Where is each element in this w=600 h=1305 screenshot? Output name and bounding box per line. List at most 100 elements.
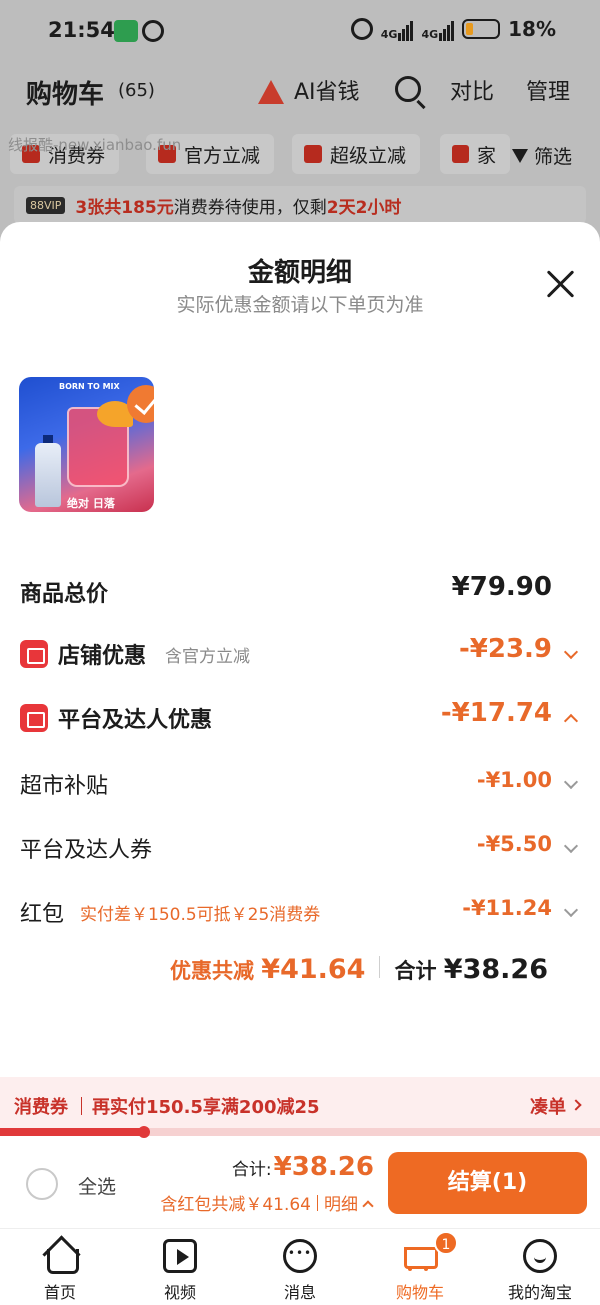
sheet-subtitle: 实际优惠金额请以下单页为准: [176, 294, 424, 316]
row-amount: -¥11.24: [462, 896, 552, 920]
row-amount: -¥17.74: [440, 698, 552, 728]
smile-icon: [523, 1239, 557, 1273]
watermark: 线报酷-new.xianbao.fun: [8, 136, 182, 154]
bottom-tab-bar: 首页 视频 消息 1 购物车 我的淘宝: [0, 1228, 600, 1305]
home-icon: [43, 1239, 79, 1274]
filter-label: 筛选: [533, 146, 572, 168]
row-amount: ¥79.90: [451, 572, 552, 602]
coupon-icon: [452, 145, 469, 163]
cart-badge: 1: [434, 1231, 458, 1255]
signal-icon: 4G: [381, 17, 414, 41]
discount-text: 含红包共减￥41.64: [160, 1195, 311, 1215]
tab-label: 视频: [163, 1283, 196, 1302]
progress-fill: [0, 1128, 144, 1136]
row-total-price: 商品总价 ¥79.90: [0, 570, 600, 614]
select-all-checkbox[interactable]: [26, 1168, 58, 1200]
checkout-discount[interactable]: 含红包共减￥41.64 明细: [160, 1190, 374, 1215]
row-label: 平台及达人券: [20, 838, 153, 863]
play-icon: [163, 1239, 197, 1273]
progress-knob: [138, 1126, 150, 1138]
row-label: 商品总价: [20, 582, 109, 607]
manage-button[interactable]: 管理: [526, 74, 570, 106]
alarm-icon: [350, 18, 373, 40]
select-all-label[interactable]: 全选: [78, 1172, 116, 1199]
row-label: 平台及达人优惠: [58, 708, 213, 733]
checkout-button[interactable]: 结算(1): [388, 1152, 587, 1214]
row-note: 含官方立减: [165, 647, 250, 667]
product-thumbnail[interactable]: BORN TO MIX 绝对 日落: [19, 377, 154, 512]
signal-icon: 4G: [421, 17, 455, 41]
row-red-packet[interactable]: 红包 实付差￥150.5可抵￥25消费券 -¥11.24: [0, 890, 600, 934]
coupon-progress-bar: [0, 1128, 600, 1136]
row-platform-discount[interactable]: 平台及达人优惠 -¥17.74: [0, 696, 600, 740]
coupon-label: 消费券: [14, 1097, 68, 1118]
vip-text: 3张共185元消费券待使用，仅剩2天2小时: [75, 197, 402, 218]
row-note: 实付差￥150.5可抵￥25消费券: [80, 905, 321, 925]
row-label: 超市补贴: [20, 774, 109, 799]
ai-save-label: AI省钱: [294, 80, 360, 105]
battery-icon: [462, 19, 501, 39]
battery-percent: 18%: [508, 17, 556, 41]
row-platform-coupon[interactable]: 平台及达人券 -¥5.50: [0, 826, 600, 870]
chevron-down-icon: [563, 644, 579, 660]
discount-summary: 优惠共减 ¥41.64 合计 ¥38.26: [170, 954, 548, 985]
product-tag: BORN TO MIX: [59, 382, 120, 391]
vip-badge: 88VIP: [26, 196, 66, 214]
chevron-up-icon: [563, 713, 579, 729]
row-store-discount[interactable]: 店铺优惠 含官方立减 -¥23.9: [0, 632, 600, 676]
amount-detail-sheet: 金额明细 实际优惠金额请以下单页为准 BORN TO MIX 绝对 日落 商品总…: [0, 222, 600, 1077]
divider: [317, 1194, 318, 1211]
tab-label: 我的淘宝: [507, 1283, 572, 1302]
chevron-up-icon: [362, 1199, 374, 1212]
filter-button[interactable]: 筛选: [511, 142, 572, 169]
total-label: 合计:: [231, 1160, 272, 1180]
status-icons: 4G 4G 18%: [350, 17, 556, 41]
chevron-down-icon: [563, 838, 579, 854]
row-amount: -¥5.50: [476, 832, 552, 856]
tab-label: 消息: [283, 1283, 316, 1302]
ai-save-button[interactable]: AI省钱: [258, 74, 360, 106]
ai-sparkle-icon: [258, 76, 288, 104]
add-items-link[interactable]: 凑单: [530, 1093, 566, 1119]
coupon-progress-banner[interactable]: 消费券 再实付150.5享满200减25 凑单: [0, 1077, 600, 1133]
checkout-bar: 全选 合计: ¥38.26 含红包共减￥41.64 明细 结算(1): [0, 1140, 600, 1228]
coupon-icon: [20, 704, 48, 732]
vip-coupon-banner[interactable]: 88VIP 3张共185元消费券待使用，仅剩2天2小时: [14, 186, 586, 224]
store-icon: [20, 640, 48, 668]
message-icon: [283, 1239, 317, 1273]
row-label: 店铺优惠: [58, 644, 147, 669]
close-icon[interactable]: [542, 266, 578, 302]
coupon-text: 再实付150.5享满200减25: [92, 1097, 320, 1118]
product-caption: 绝对 日落: [67, 497, 115, 510]
grand-total: 合计 ¥38.26: [394, 954, 548, 985]
arrow-down-icon: [304, 145, 322, 163]
chip-more[interactable]: 家: [440, 134, 510, 174]
total-discount: 优惠共减 ¥41.64: [169, 954, 366, 985]
compare-button[interactable]: 对比: [450, 74, 494, 106]
detail-label: 明细: [324, 1195, 358, 1215]
divider: [81, 1097, 82, 1115]
chip-label: 家: [476, 144, 496, 167]
chevron-down-icon: [563, 774, 579, 790]
divider: [379, 956, 381, 978]
chip-label: 官方立减: [184, 144, 261, 167]
search-icon[interactable]: [395, 76, 421, 102]
chevron-right-icon: [570, 1099, 582, 1111]
eye-icon: [142, 20, 164, 42]
app-notification-icon: [114, 20, 138, 42]
row-amount: -¥23.9: [458, 634, 552, 664]
row-label: 红包: [20, 902, 65, 927]
clock: 21:54: [48, 18, 115, 42]
tab-label: 购物车: [395, 1283, 444, 1302]
vodka-bottle-image: [35, 443, 61, 507]
chip-super-discount[interactable]: 超级立减: [292, 134, 421, 174]
chip-label: 超级立减: [330, 144, 407, 167]
row-supermarket-subsidy[interactable]: 超市补贴 -¥1.00: [0, 762, 600, 806]
sheet-title: 金额明细: [247, 258, 352, 288]
total-amount: ¥38.26: [273, 1152, 374, 1182]
row-amount: -¥1.00: [476, 768, 552, 792]
page-title: 购物车: [26, 80, 105, 110]
status-bar: 21:54 4G 4G 18%: [0, 0, 600, 62]
filter-icon: [511, 148, 528, 163]
chevron-down-icon: [563, 902, 579, 918]
